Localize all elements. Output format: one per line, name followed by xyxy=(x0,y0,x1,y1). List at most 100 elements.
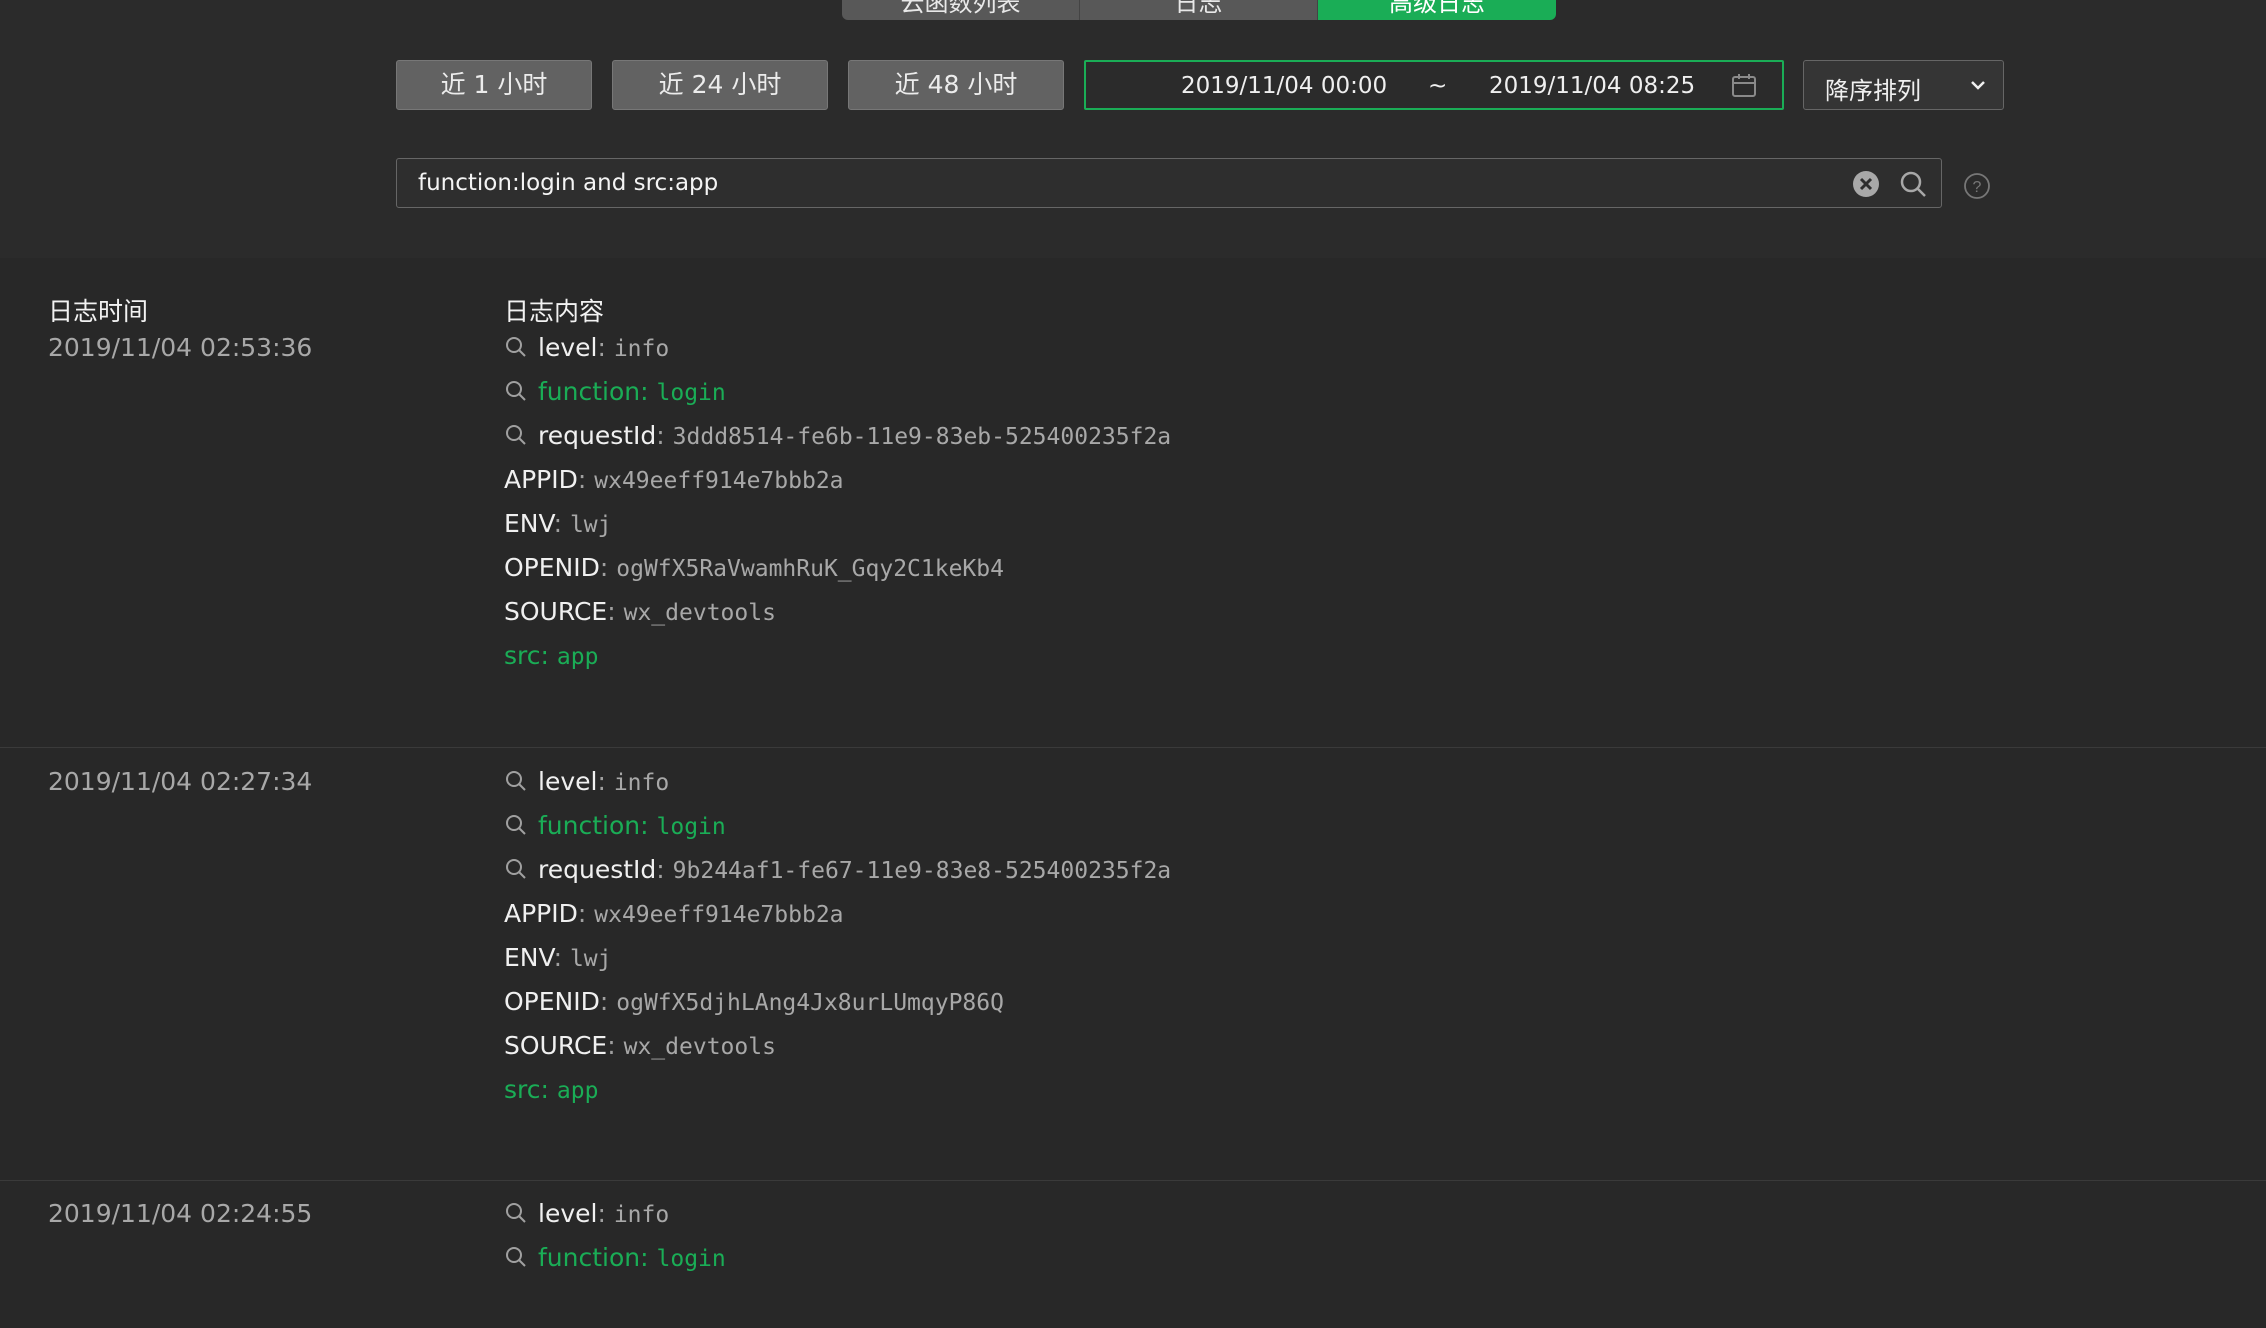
log-field-function: function: login xyxy=(504,377,726,421)
magnifier-icon[interactable] xyxy=(504,1201,528,1225)
field-value: wx_devtools xyxy=(623,600,776,626)
column-header-time: 日志时间 xyxy=(48,297,149,326)
field-key: level xyxy=(538,333,598,362)
field-separator: : xyxy=(540,1075,557,1104)
field-separator: : xyxy=(599,987,617,1016)
log-time: 2019/11/04 02:53:36 xyxy=(48,333,313,362)
field-separator: : xyxy=(553,943,570,972)
field-key: requestId xyxy=(538,855,657,884)
field-separator: : xyxy=(597,767,614,796)
field-key: APPID xyxy=(504,899,578,928)
field-key: function xyxy=(538,1243,641,1272)
log-field-function: function: login xyxy=(504,811,726,855)
field-separator: : xyxy=(577,465,595,494)
magnifier-icon[interactable] xyxy=(504,379,528,403)
field-key: level xyxy=(538,1199,598,1228)
field-key: requestId xyxy=(538,421,657,450)
search-query: function:login and src:app xyxy=(418,170,719,196)
field-value: 9b244af1-fe67-11e9-83e8-525400235f2a xyxy=(672,858,1172,884)
tab-bar: 云函数列表 日志 高级日志 xyxy=(842,0,1556,20)
date-end: 2019/11/04 08:25 xyxy=(1489,73,1696,99)
magnifier-icon[interactable] xyxy=(504,1245,528,1269)
magnifier-icon[interactable] xyxy=(504,769,528,793)
clear-icon[interactable] xyxy=(1852,170,1880,198)
svg-text:?: ? xyxy=(1973,179,1982,196)
log-field-env: ENV: lwj xyxy=(504,943,611,987)
field-separator: : xyxy=(656,421,673,450)
magnifier-icon[interactable] xyxy=(504,813,528,837)
field-value: login xyxy=(656,1246,726,1272)
field-key: OPENID xyxy=(504,987,600,1016)
field-key: level xyxy=(538,767,598,796)
tab-function-list[interactable]: 云函数列表 xyxy=(842,0,1080,20)
field-value: lwj xyxy=(569,946,612,972)
field-value: app xyxy=(556,644,599,670)
field-key: SOURCE xyxy=(504,1031,608,1060)
date-separator: ~ xyxy=(1428,73,1448,99)
field-value: info xyxy=(613,336,670,362)
log-field-level: level: info xyxy=(504,1199,669,1243)
date-range-picker[interactable]: 2019/11/04 00:00 ~ 2019/11/04 08:25 xyxy=(1084,60,1784,110)
help-icon[interactable]: ? xyxy=(1963,172,1991,200)
log-field-source: SOURCE: wx_devtools xyxy=(504,1031,776,1075)
date-start: 2019/11/04 00:00 xyxy=(1181,73,1388,99)
field-key: SOURCE xyxy=(504,597,608,626)
chevron-down-icon xyxy=(1971,81,1985,90)
field-separator: : xyxy=(540,641,557,670)
search-input[interactable]: function:login and src:app xyxy=(396,158,1942,208)
range-48h-button[interactable]: 近 48 小时 xyxy=(848,60,1064,110)
field-value: lwj xyxy=(569,512,612,538)
log-field-level: level: info xyxy=(504,333,669,377)
field-value: wx_devtools xyxy=(623,1034,776,1060)
field-key: ENV xyxy=(504,509,554,538)
field-separator: : xyxy=(656,855,673,884)
log-field-openid: OPENID: ogWfX5RaVwamhRuK_Gqy2C1keKb4 xyxy=(504,553,1004,597)
field-key: src xyxy=(504,1075,541,1104)
field-separator: : xyxy=(577,899,595,928)
magnifier-icon[interactable] xyxy=(504,857,528,881)
field-value: login xyxy=(656,814,726,840)
log-field-source: SOURCE: wx_devtools xyxy=(504,597,776,641)
field-value: ogWfX5RaVwamhRuK_Gqy2C1keKb4 xyxy=(616,556,1004,582)
field-value: app xyxy=(556,1078,599,1104)
log-field-requestid: requestId: 9b244af1-fe67-11e9-83e8-52540… xyxy=(504,855,1171,899)
tab-advanced-logs[interactable]: 高级日志 xyxy=(1318,0,1556,20)
log-field-openid: OPENID: ogWfX5djhLAng4Jx8urLUmqyP86Q xyxy=(504,987,1004,1031)
field-key: OPENID xyxy=(504,553,600,582)
field-separator: : xyxy=(597,1199,614,1228)
log-field-function: function: login xyxy=(504,1243,726,1287)
toolbar-area: 云函数列表 日志 高级日志 近 1 小时 近 24 小时 近 48 小时 201… xyxy=(0,0,2266,258)
log-field-appid: APPID: wx49eeff914e7bbb2a xyxy=(504,465,844,509)
field-key: APPID xyxy=(504,465,578,494)
field-separator: : xyxy=(640,377,657,406)
magnifier-icon[interactable] xyxy=(504,335,528,359)
sort-order-label: 降序排列 xyxy=(1825,77,1921,105)
search-icon[interactable] xyxy=(1899,170,1927,198)
log-time: 2019/11/04 02:27:34 xyxy=(48,767,313,796)
field-value: wx49eeff914e7bbb2a xyxy=(594,902,844,928)
range-1h-button[interactable]: 近 1 小时 xyxy=(396,60,592,110)
field-key: function xyxy=(538,811,641,840)
log-field-src: src: app xyxy=(504,641,598,685)
range-24h-button[interactable]: 近 24 小时 xyxy=(612,60,828,110)
field-value: info xyxy=(613,770,670,796)
sort-order-select[interactable]: 降序排列 xyxy=(1803,60,2004,110)
calendar-icon[interactable] xyxy=(1730,72,1758,100)
log-field-env: ENV: lwj xyxy=(504,509,611,553)
field-value: 3ddd8514-fe6b-11e9-83eb-525400235f2a xyxy=(672,424,1172,450)
field-separator: : xyxy=(640,1243,657,1272)
field-key: src xyxy=(504,641,541,670)
log-field-level: level: info xyxy=(504,767,669,811)
log-field-requestid: requestId: 3ddd8514-fe6b-11e9-83eb-52540… xyxy=(504,421,1171,465)
magnifier-icon[interactable] xyxy=(504,423,528,447)
log-time: 2019/11/04 02:24:55 xyxy=(48,1199,313,1228)
field-value: ogWfX5djhLAng4Jx8urLUmqyP86Q xyxy=(616,990,1004,1016)
field-value: info xyxy=(613,1202,670,1228)
entry-divider xyxy=(0,1180,2266,1181)
log-table: 日志时间 日志内容 2019/11/04 02:53:36 level: info… xyxy=(0,258,2266,1328)
field-separator: : xyxy=(607,597,624,626)
tab-logs[interactable]: 日志 xyxy=(1080,0,1318,20)
field-key: ENV xyxy=(504,943,554,972)
log-field-src: src: app xyxy=(504,1075,598,1119)
field-key: function xyxy=(538,377,641,406)
